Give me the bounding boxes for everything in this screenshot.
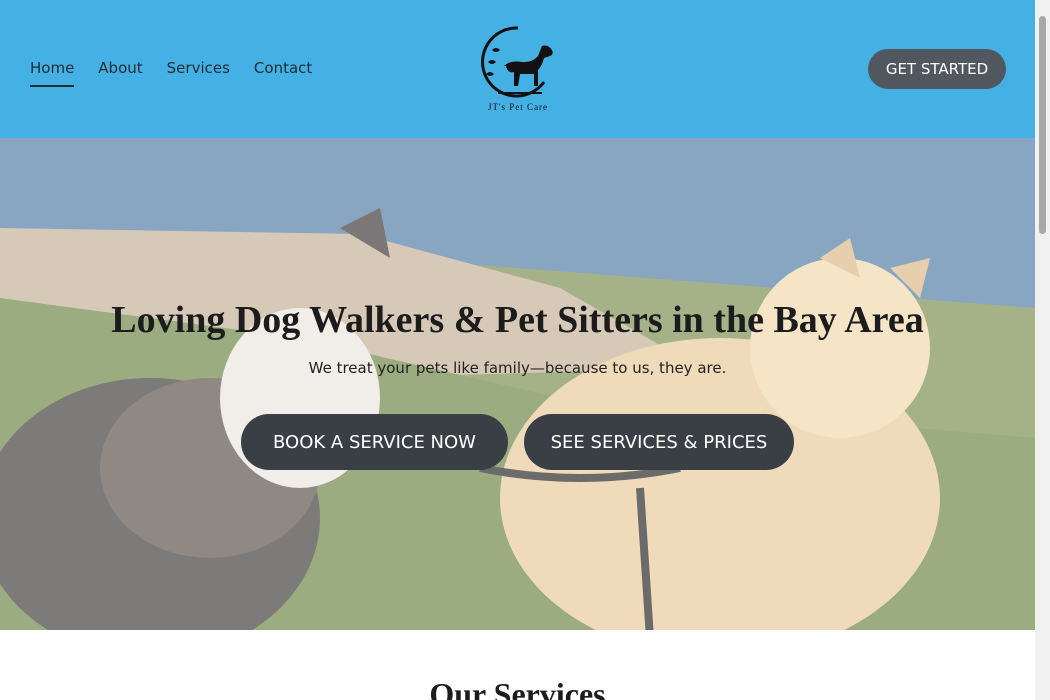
nav-about-link[interactable]: About (98, 59, 142, 85)
hero-section: Loving Dog Walkers & Pet Sitters in the … (0, 138, 1035, 630)
hero-overlay (0, 138, 1035, 630)
hero-subtitle: We treat your pets like family—because t… (308, 359, 727, 377)
hero-title: Loving Dog Walkers & Pet Sitters in the … (111, 299, 924, 341)
page-scrollbar[interactable] (1035, 0, 1050, 700)
site-header: Home About Services Contact JT's Pet Car… (0, 0, 1035, 138)
services-heading: Our Services (429, 676, 606, 700)
services-prices-button[interactable]: SEE SERVICES & PRICES (524, 414, 794, 470)
get-started-button[interactable]: GET STARTED (868, 49, 1006, 89)
book-service-button[interactable]: BOOK A SERVICE NOW (241, 414, 508, 470)
dog-logo-icon (481, 26, 553, 98)
nav-home-link[interactable]: Home (30, 59, 75, 87)
nav-contact-link[interactable]: Contact (254, 59, 312, 85)
scrollbar-thumb[interactable] (1039, 16, 1046, 234)
main-nav: Home About Services Contact (30, 59, 336, 87)
logo-text: JT's Pet Care (487, 102, 549, 112)
site-logo[interactable]: JT's Pet Care (474, 22, 562, 118)
nav-services-link[interactable]: Services (167, 59, 230, 85)
